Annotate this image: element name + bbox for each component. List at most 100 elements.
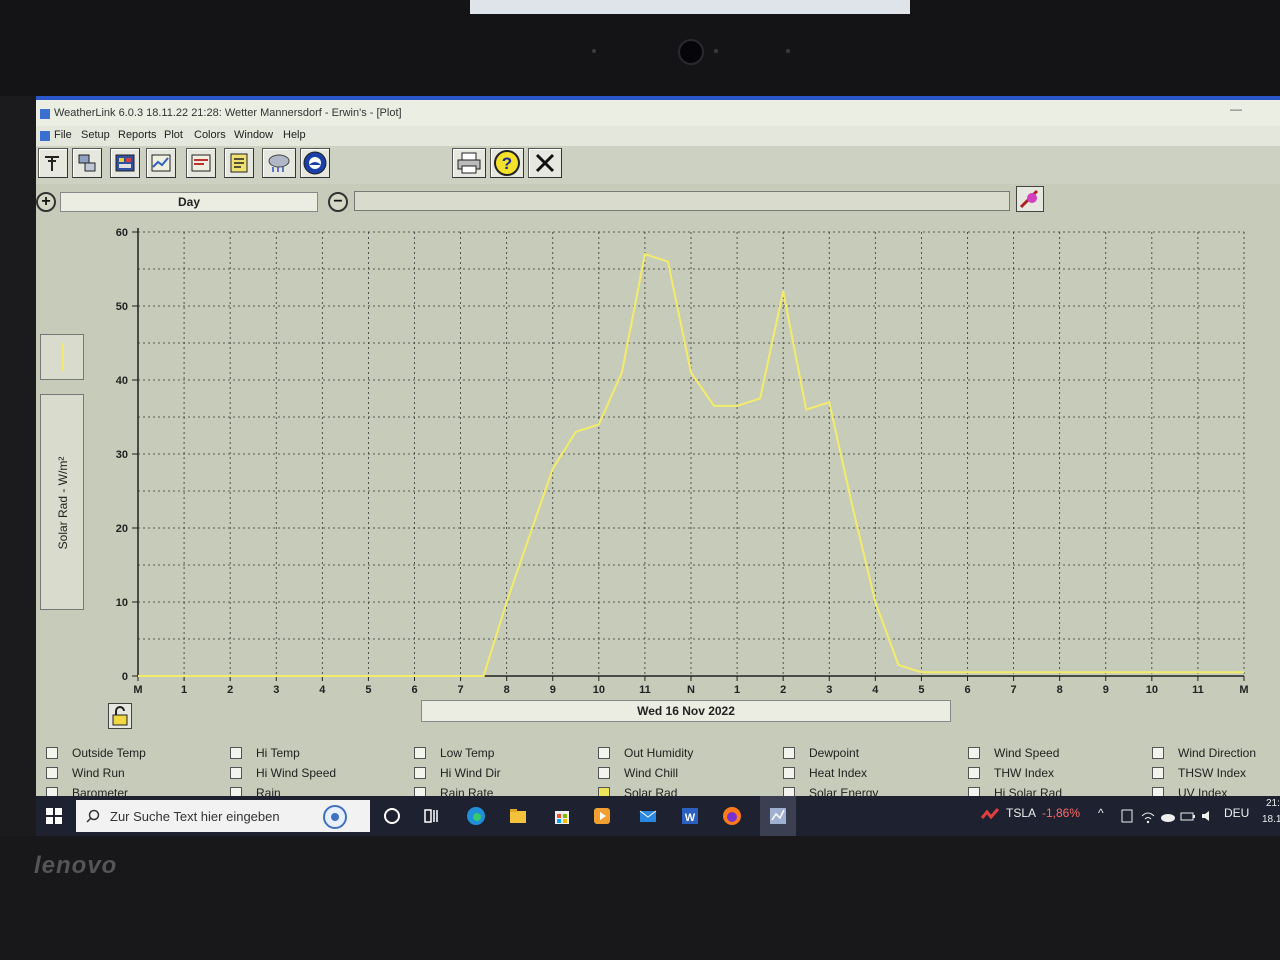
checkbox-label: THW Index <box>994 766 1055 780</box>
checkbox-label: Dewpoint <box>809 746 860 760</box>
svg-text:W: W <box>685 812 696 824</box>
mail-icon[interactable] <box>638 806 658 826</box>
ticker-symbol[interactable]: TSLA <box>1006 806 1036 820</box>
laptop-brand-logo: lenovo <box>34 852 118 879</box>
checkbox-box[interactable] <box>414 767 426 779</box>
search-placeholder: Zur Suche Text hier eingeben <box>110 809 280 824</box>
x-tick-label: 3 <box>826 684 832 696</box>
x-tick-label: 7 <box>1011 684 1017 696</box>
checkbox-box[interactable] <box>230 767 242 779</box>
camera-sensor <box>714 49 718 53</box>
x-tick-label: 6 <box>964 684 970 696</box>
file-explorer-icon[interactable] <box>508 806 528 826</box>
checkbox-box[interactable] <box>46 747 58 759</box>
checkbox-label: Heat Index <box>809 766 868 780</box>
y-tick-label: 50 <box>116 301 128 313</box>
checkbox-box[interactable] <box>968 747 980 759</box>
battery-icon[interactable] <box>1180 806 1196 826</box>
y-tick-label: 0 <box>122 671 128 683</box>
checkbox-label: Wind Run <box>72 766 125 780</box>
x-tick-label: 3 <box>273 684 279 696</box>
x-tick-label: 10 <box>593 684 605 696</box>
volume-icon[interactable] <box>1200 806 1216 826</box>
laptop-top-bezel <box>0 0 1280 96</box>
x-tick-label: 2 <box>227 684 233 696</box>
solar-radiation-chart: 0 10 20 30 40 50 60 M 1 2 3 4 5 6 7 8 9 10 11 N 1 2 3 4 5 6 7 8 9 10 1… <box>116 227 1249 696</box>
checkbox-label: Hi Temp <box>256 746 300 760</box>
checkbox-box[interactable] <box>783 767 795 779</box>
checkbox-label: Wind Chill <box>624 766 679 780</box>
input-language[interactable]: DEU <box>1224 806 1249 820</box>
y-tick-label: 40 <box>116 375 128 387</box>
x-tick-label: 1 <box>181 684 187 696</box>
search-highlight-icon <box>323 805 347 829</box>
camera-led <box>786 49 790 53</box>
x-axis-date-label: Wed 16 Nov 2022 <box>421 700 951 722</box>
taskbar-search-input[interactable]: Zur Suche Text hier eingeben <box>76 800 370 832</box>
checkbox-label: Wind Speed <box>994 746 1060 760</box>
checkbox-box[interactable] <box>783 747 795 759</box>
x-tick-label: 10 <box>1146 684 1158 696</box>
task-view-icon[interactable] <box>422 806 442 826</box>
lock-icon[interactable] <box>108 703 132 729</box>
checkbox-box[interactable] <box>598 767 610 779</box>
x-tick-label: M <box>133 684 142 696</box>
windows-start-icon[interactable] <box>46 808 62 824</box>
search-icon <box>86 809 100 823</box>
x-tick-label: 2 <box>780 684 786 696</box>
checkbox-box[interactable] <box>598 747 610 759</box>
media-player-icon[interactable] <box>592 806 612 826</box>
checkbox-box[interactable] <box>46 767 58 779</box>
checkbox-box[interactable] <box>414 747 426 759</box>
x-tick-label: 11 <box>639 684 651 696</box>
x-tick-label: 7 <box>458 684 464 696</box>
x-tick-label: 5 <box>918 684 924 696</box>
camera-sensor <box>592 49 596 53</box>
x-tick-label: 1 <box>734 684 740 696</box>
device-icon[interactable] <box>1120 806 1134 826</box>
cortana-icon[interactable] <box>382 806 402 826</box>
stock-ticker-icon[interactable] <box>980 806 1000 826</box>
y-tick-label: 20 <box>116 523 128 535</box>
y-tick-label: 60 <box>116 227 128 239</box>
x-tick-label: 11 <box>1192 684 1204 696</box>
wifi-icon[interactable] <box>1140 806 1156 826</box>
word-icon[interactable]: W <box>680 806 700 826</box>
checkbox-label: THSW Index <box>1178 766 1247 780</box>
edge-icon[interactable] <box>466 806 486 826</box>
tray-chevron-icon[interactable]: ^ <box>1098 806 1104 820</box>
clock-time[interactable]: 21: <box>1266 798 1280 809</box>
webcam <box>678 39 704 65</box>
x-tick-label: N <box>687 684 695 696</box>
weatherlink-taskbar-icon <box>770 808 786 824</box>
x-tick-label: 4 <box>872 684 879 696</box>
x-tick-label: M <box>1239 684 1248 696</box>
store-icon[interactable] <box>552 806 572 826</box>
checkbox-label: Out Humidity <box>624 746 694 760</box>
checkbox-label: Hi Wind Dir <box>440 766 501 780</box>
x-tick-label: 6 <box>411 684 417 696</box>
checkbox-label: Outside Temp <box>72 746 146 760</box>
checkbox-label: Hi Wind Speed <box>256 766 337 780</box>
windows-taskbar: Zur Suche Text hier eingeben W TSLA -1,8… <box>36 796 1280 836</box>
checkbox-label: Low Temp <box>440 746 495 760</box>
firefox-icon[interactable] <box>722 806 742 826</box>
y-tick-label: 30 <box>116 449 128 461</box>
checkbox-box[interactable] <box>1152 747 1164 759</box>
checkbox-box[interactable] <box>230 747 242 759</box>
clock-date[interactable]: 18.11. <box>1262 814 1280 825</box>
checkbox-box[interactable] <box>1152 767 1164 779</box>
weatherlink-taskbar-button[interactable] <box>760 796 796 836</box>
x-tick-label: 8 <box>504 684 510 696</box>
laptop-bottom-bezel <box>0 836 1280 960</box>
x-tick-label: 4 <box>319 684 326 696</box>
x-tick-label: 9 <box>1103 684 1109 696</box>
y-tick-label: 10 <box>116 597 128 609</box>
x-tick-label: 9 <box>550 684 556 696</box>
x-tick-label: 5 <box>365 684 371 696</box>
x-tick-label: 8 <box>1057 684 1063 696</box>
checkbox-box[interactable] <box>968 767 980 779</box>
app-window: WeatherLink 6.0.3 18.11.22 21:28: Wetter… <box>36 96 1280 836</box>
onedrive-icon[interactable] <box>1160 806 1176 826</box>
background-monitor <box>470 0 910 14</box>
